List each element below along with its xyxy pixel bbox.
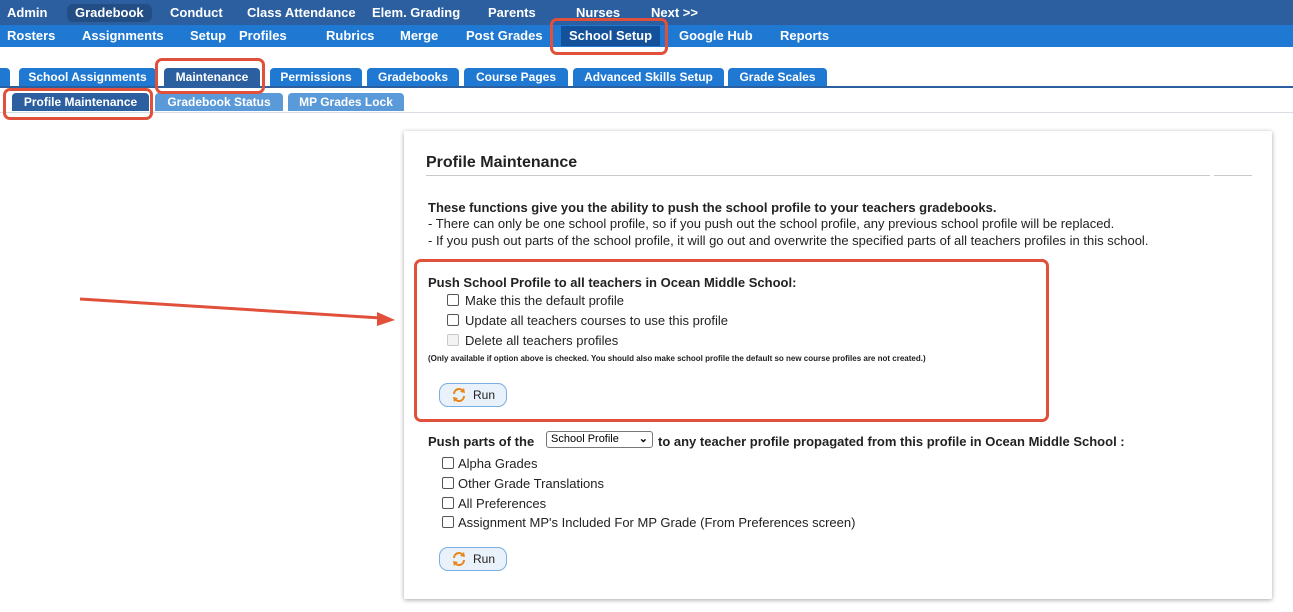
run-push-label: Run	[473, 388, 496, 402]
profile-select-value: School Profile	[551, 433, 619, 445]
title-divider-end	[1214, 175, 1252, 176]
update-courses-checkbox[interactable]	[447, 314, 459, 326]
refresh-icon	[453, 388, 465, 402]
alpha-grades-checkbox[interactable]	[442, 457, 454, 469]
title-divider	[426, 175, 1210, 176]
intro-heading: These functions give you the ability to …	[428, 200, 997, 215]
page-title: Profile Maintenance	[426, 154, 578, 171]
intro-line-1: - There can only be one school profile, …	[428, 216, 1115, 231]
intro-line-2: - If you push out parts of the school pr…	[428, 233, 1149, 248]
chevron-down-icon: ⌄	[638, 433, 648, 445]
refresh-icon	[453, 552, 465, 566]
push-heading: Push School Profile to all teachers in O…	[428, 275, 797, 290]
assignment-mps-checkbox[interactable]	[442, 516, 454, 528]
grade-translations-checkbox[interactable]	[442, 477, 454, 489]
alpha-grades-label: Alpha Grades	[458, 456, 538, 471]
profile-maintenance-panel: Profile Maintenance These functions give…	[404, 131, 1272, 599]
assignment-mps-label: Assignment MP's Included For MP Grade (F…	[458, 515, 856, 530]
run-parts-label: Run	[473, 552, 496, 566]
push-note: (Only available if option above is check…	[428, 354, 926, 363]
default-profile-checkbox[interactable]	[447, 294, 459, 306]
all-preferences-checkbox[interactable]	[442, 497, 454, 509]
update-courses-label: Update all teachers courses to use this …	[465, 313, 729, 328]
delete-profiles-checkbox	[447, 334, 459, 346]
default-profile-label: Make this the default profile	[465, 293, 624, 308]
parts-suffix: to any teacher profile propagated from t…	[658, 434, 1125, 449]
grade-translations-label: Other Grade Translations	[458, 476, 604, 491]
profile-select[interactable]: School Profile ⌄	[546, 431, 653, 448]
run-parts-button[interactable]: Run	[439, 547, 507, 571]
run-push-button[interactable]: Run	[439, 383, 507, 407]
all-preferences-label: All Preferences	[458, 496, 547, 511]
parts-prefix: Push parts of the	[428, 434, 535, 449]
delete-profiles-label: Delete all teachers profiles	[465, 333, 619, 348]
